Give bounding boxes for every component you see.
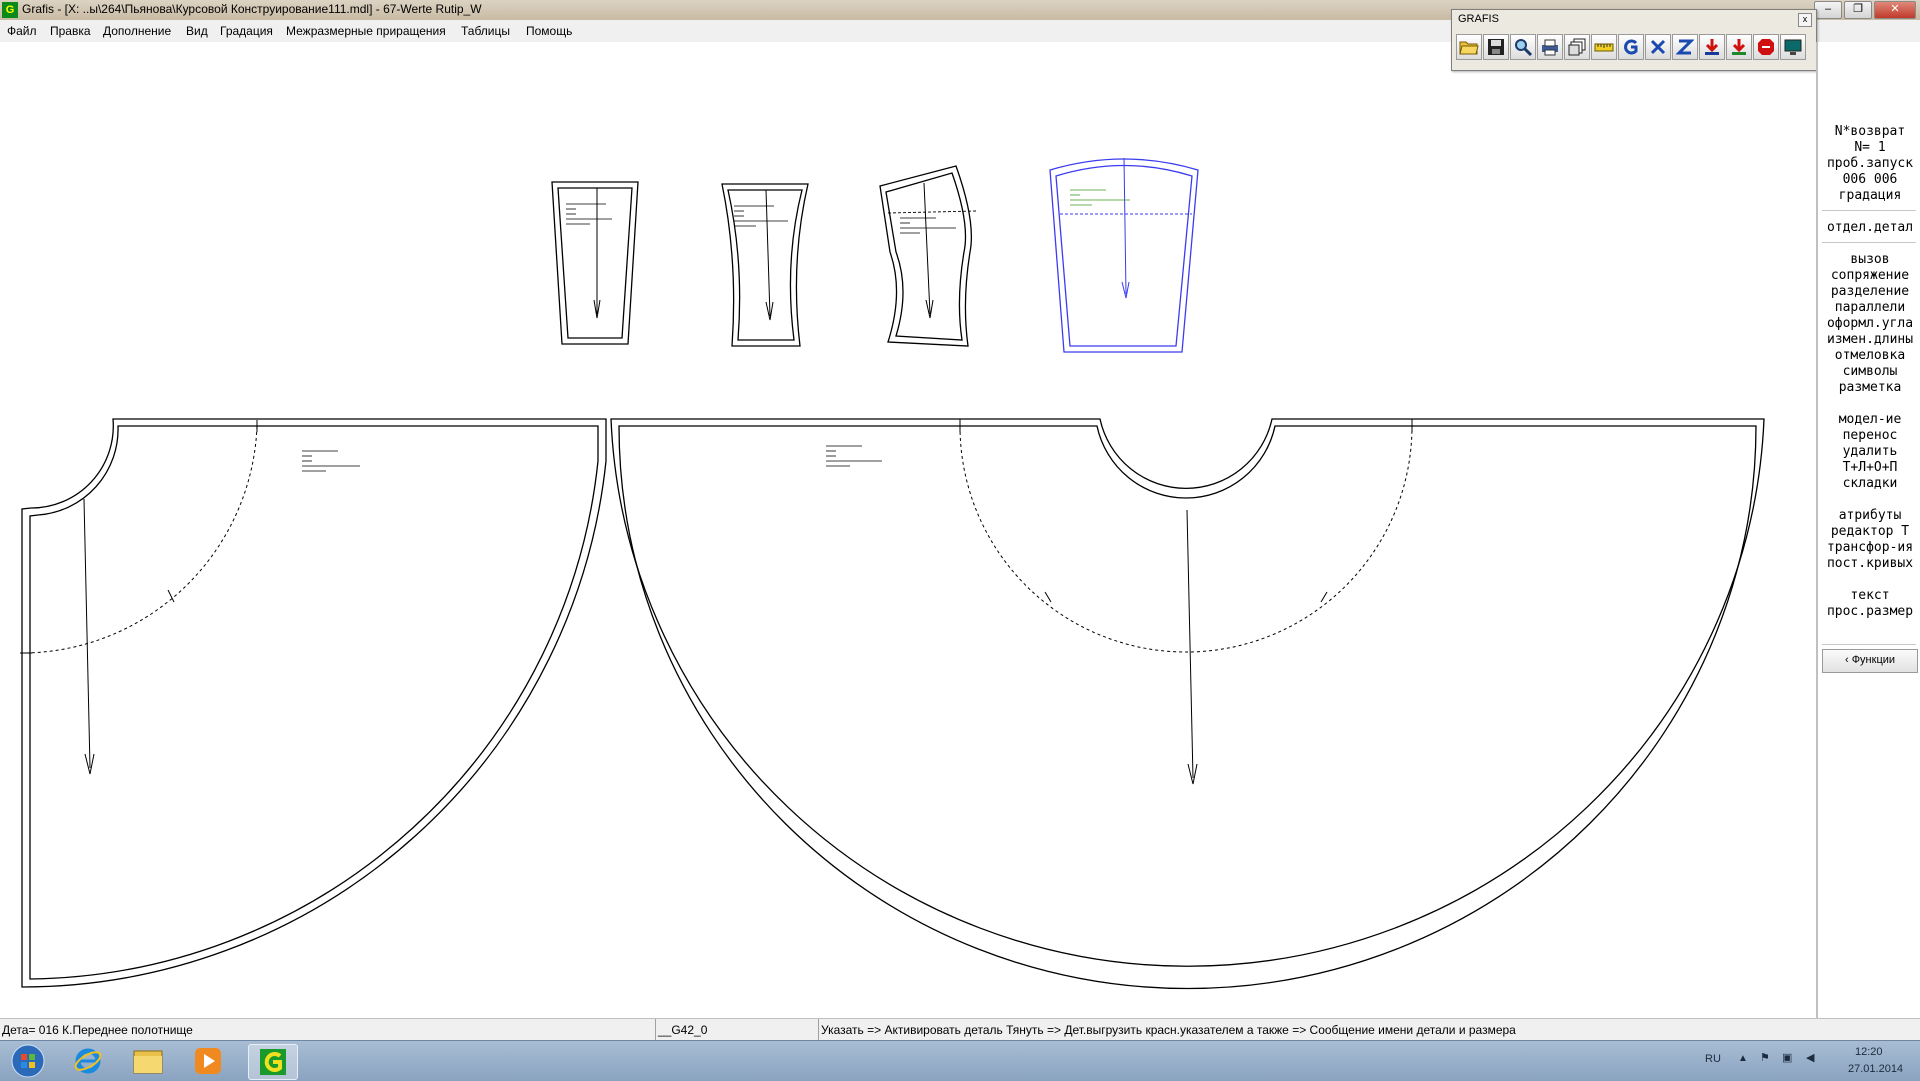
cmd-transfer[interactable]: перенос: [1818, 428, 1920, 444]
status-size: __G42_0: [658, 1023, 708, 1037]
plot-printer-icon[interactable]: [1537, 34, 1563, 60]
menu-gradation[interactable]: Градация: [220, 24, 273, 38]
piece-1-label: [566, 203, 612, 225]
grafis-tools: [1456, 34, 1806, 60]
menu-intersize-increments[interactable]: Межразмерные приращения: [286, 24, 446, 38]
command-panel: N*возврат N= 1 проб.запуск 006 006 града…: [1816, 42, 1920, 1018]
piece-2-label: [734, 205, 788, 227]
ruler-icon[interactable]: [1591, 34, 1617, 60]
grafis-app-icon[interactable]: [248, 1044, 298, 1080]
status-bar: Дета= 016 К.Переднее полотнище __G42_0 У…: [0, 1018, 1920, 1041]
stop-icon[interactable]: [1753, 34, 1779, 60]
save-disk-icon[interactable]: [1483, 34, 1509, 60]
cmd-editor-t[interactable]: редактор Т: [1818, 524, 1920, 540]
restore-button[interactable]: ❐: [1844, 1, 1872, 19]
cmd-view-size[interactable]: прос.размер: [1818, 604, 1920, 620]
cmd-change-length[interactable]: измен.длины: [1818, 332, 1920, 348]
cmd-conjugation[interactable]: сопряжение: [1818, 268, 1920, 284]
cmd-parallels[interactable]: параллели: [1818, 300, 1920, 316]
status-divider: [818, 1019, 819, 1041]
volume-icon[interactable]: ◀: [1806, 1051, 1814, 1064]
cmd-build-curves[interactable]: пост.кривых: [1818, 556, 1920, 572]
skirt-right-label: [826, 445, 882, 467]
cmd-transformation[interactable]: трансфор-ия: [1818, 540, 1920, 556]
pattern-drawing: [20, 157, 1765, 990]
pattern-piece-4-active[interactable]: [1049, 157, 1199, 353]
functions-button[interactable]: ‹ Функции: [1822, 649, 1918, 673]
grafis-app-icon[interactable]: G: [2, 2, 18, 18]
cmd-call[interactable]: вызов: [1818, 252, 1920, 268]
skirt-panel-left[interactable]: [20, 418, 607, 988]
cmd-n-value: N= 1: [1854, 140, 1886, 155]
cmd-modeling[interactable]: модел-ие: [1818, 412, 1920, 428]
action-center-flag-icon[interactable]: ⚑: [1760, 1051, 1770, 1064]
status-hint: Указать => Активировать деталь Тянуть =>…: [821, 1023, 1516, 1037]
skirt-panel-right[interactable]: [610, 418, 1765, 990]
open-folder-icon[interactable]: [1456, 34, 1482, 60]
cmd-gradation[interactable]: градация: [1818, 188, 1920, 204]
network-icon[interactable]: ▣: [1782, 1051, 1792, 1064]
menu-addition[interactable]: Дополнение: [103, 24, 171, 38]
cmd-text[interactable]: текст: [1818, 588, 1920, 604]
menu-file[interactable]: Файл: [7, 24, 37, 38]
cmd-size-range: 006 006: [1842, 172, 1898, 187]
cmd-attributes[interactable]: атрибуты: [1818, 508, 1920, 524]
cmd-tlop[interactable]: Т+Л+О+П: [1818, 460, 1920, 476]
cmd-chalking[interactable]: отмеловка: [1818, 348, 1920, 364]
cmd-pleats[interactable]: складки: [1818, 476, 1920, 492]
tray-chevron-up-icon[interactable]: ▲: [1738, 1053, 1748, 1064]
download-green-icon[interactable]: [1726, 34, 1752, 60]
size-z-icon[interactable]: [1672, 34, 1698, 60]
zoom-magnifier-icon[interactable]: [1510, 34, 1536, 60]
panel-divider: [1822, 242, 1916, 243]
menu-edit[interactable]: Правка: [50, 24, 91, 38]
piece-4-label: [1070, 189, 1130, 206]
piece-3-label: [900, 217, 956, 234]
cmd-marking[interactable]: разметка: [1818, 380, 1920, 396]
grafis-g-icon[interactable]: [1618, 34, 1644, 60]
cmd-finish-detail[interactable]: отдел.детал: [1818, 220, 1920, 236]
close-button[interactable]: ✕: [1874, 1, 1916, 19]
cmd-symbols[interactable]: символы: [1818, 364, 1920, 380]
panel-divider: [1822, 210, 1916, 211]
skirt-left-label: [302, 450, 360, 472]
pattern-piece-3[interactable]: [879, 165, 977, 347]
media-player-icon[interactable]: [184, 1044, 232, 1078]
status-divider: [655, 1019, 656, 1041]
file-explorer-icon[interactable]: [124, 1044, 172, 1078]
window-controls: ‒ ❐ ✕: [1814, 1, 1916, 19]
status-detail: Дета= 016 К.Переднее полотнище: [2, 1023, 193, 1037]
cmd-division[interactable]: разделение: [1818, 284, 1920, 300]
clock-date[interactable]: 27.01.2014: [1848, 1063, 1903, 1075]
download-red-icon[interactable]: [1699, 34, 1725, 60]
menu-tables[interactable]: Таблицы: [461, 24, 510, 38]
monitor-icon[interactable]: [1780, 34, 1806, 60]
pattern-piece-1[interactable]: [551, 181, 639, 345]
windows-taskbar: RU ▲ ⚑ ▣ ◀ 12:20 27.01.2014: [0, 1040, 1920, 1081]
panel-divider: [1822, 644, 1916, 645]
menu-help[interactable]: Помощь: [526, 24, 572, 38]
pattern-piece-2[interactable]: [721, 183, 809, 347]
window-title: Grafis - [X: ..ы\264\Пьянова\Курсовой Ко…: [22, 2, 482, 16]
clock-time[interactable]: 12:20: [1855, 1046, 1883, 1058]
cmd-trial-run[interactable]: проб.запуск: [1818, 156, 1920, 172]
grafis-toolbar-title: GRAFIS: [1458, 13, 1499, 25]
size-x-icon[interactable]: [1645, 34, 1671, 60]
layers-icon[interactable]: [1564, 34, 1590, 60]
cmd-delete[interactable]: удалить: [1818, 444, 1920, 460]
language-indicator[interactable]: RU: [1705, 1053, 1721, 1065]
internet-explorer-icon[interactable]: [64, 1044, 112, 1078]
minimize-button[interactable]: ‒: [1814, 1, 1842, 19]
menu-view[interactable]: Вид: [186, 24, 208, 38]
cmd-corner-design[interactable]: оформл.угла: [1818, 316, 1920, 332]
cmd-n-return[interactable]: N*возврат: [1818, 124, 1920, 140]
grafis-toolbar[interactable]: GRAFIS x: [1451, 9, 1817, 71]
drawing-canvas[interactable]: [0, 42, 1816, 1018]
windows-start-icon[interactable]: [4, 1044, 52, 1078]
grafis-toolbar-close-button[interactable]: x: [1798, 13, 1812, 27]
